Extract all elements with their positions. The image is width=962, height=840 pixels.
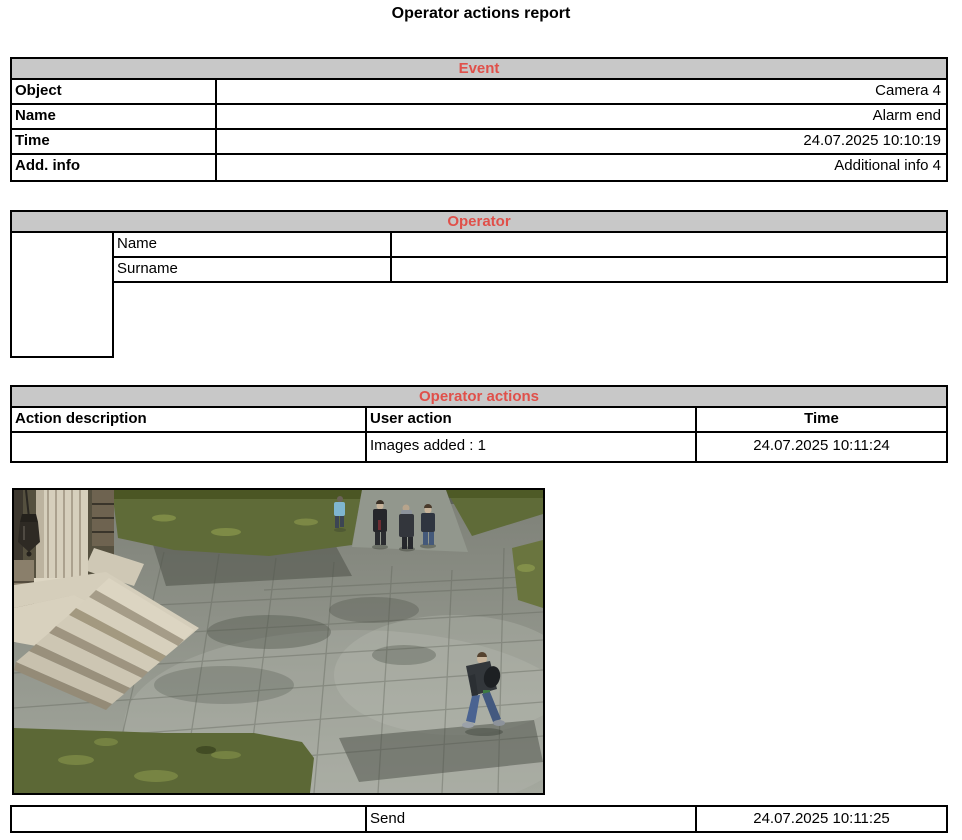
table-row: Name Alarm end — [12, 105, 946, 130]
row-value-time: 24.07.2025 10:10:19 — [803, 132, 941, 149]
row-value-object: Camera 4 — [875, 82, 941, 99]
column-header-row: Action description User action Time — [12, 408, 946, 433]
operator-rows: Name Surname — [114, 233, 948, 283]
row-label-object: Object — [12, 80, 217, 103]
cell-action-time: 24.07.2025 10:11:24 — [753, 437, 890, 454]
table-row: Add. info Additional info 4 — [12, 155, 946, 180]
camera-snapshot-image — [12, 488, 545, 795]
event-section: Event Object Camera 4 Name Alarm end Tim… — [10, 57, 948, 182]
operator-actions-section: Operator actions Action description User… — [10, 385, 948, 463]
row-value-add-info: Additional info 4 — [834, 157, 941, 174]
row-value-operator-name — [392, 233, 946, 256]
row-label-time: Time — [12, 130, 217, 153]
cell-user-action: Send — [367, 807, 697, 831]
operator-actions-section-header: Operator actions — [10, 385, 948, 408]
row-label-operator-name: Name — [114, 233, 392, 256]
row-value-name: Alarm end — [872, 107, 941, 124]
operator-table: Name Surname — [10, 233, 948, 358]
operator-photo-placeholder — [10, 233, 114, 358]
table-row: Time 24.07.2025 10:10:19 — [12, 130, 946, 155]
operator-section: Operator Name Surname — [10, 210, 948, 358]
event-section-header: Event — [10, 57, 948, 80]
row-label-operator-surname: Surname — [114, 258, 392, 281]
footer-action-row: Send 24.07.2025 10:11:25 — [10, 805, 948, 833]
table-row: Images added : 1 24.07.2025 10:11:24 — [12, 433, 946, 461]
table-row: Surname — [114, 258, 948, 283]
row-label-add-info: Add. info — [12, 155, 217, 180]
cell-action-description — [12, 807, 367, 831]
column-header-time: Time — [804, 410, 839, 427]
cell-user-action: Images added : 1 — [367, 433, 697, 461]
report-title: Operator actions report — [391, 5, 571, 22]
column-header-user-action: User action — [367, 408, 697, 431]
operator-actions-report-page: Operator actions report Event Object Cam… — [0, 0, 962, 840]
row-value-operator-surname — [392, 258, 946, 281]
cell-action-time: 24.07.2025 10:11:25 — [753, 810, 890, 827]
row-label-name: Name — [12, 105, 217, 128]
operator-section-header: Operator — [10, 210, 948, 233]
column-header-action-description: Action description — [12, 408, 367, 431]
table-row: Object Camera 4 — [12, 80, 946, 105]
camera-snapshot-svg — [14, 490, 543, 793]
table-row: Name — [114, 233, 948, 258]
operator-actions-table: Action description User action Time Imag… — [10, 408, 948, 463]
cell-action-description — [12, 433, 367, 461]
event-table: Object Camera 4 Name Alarm end Time 24.0… — [10, 80, 948, 182]
